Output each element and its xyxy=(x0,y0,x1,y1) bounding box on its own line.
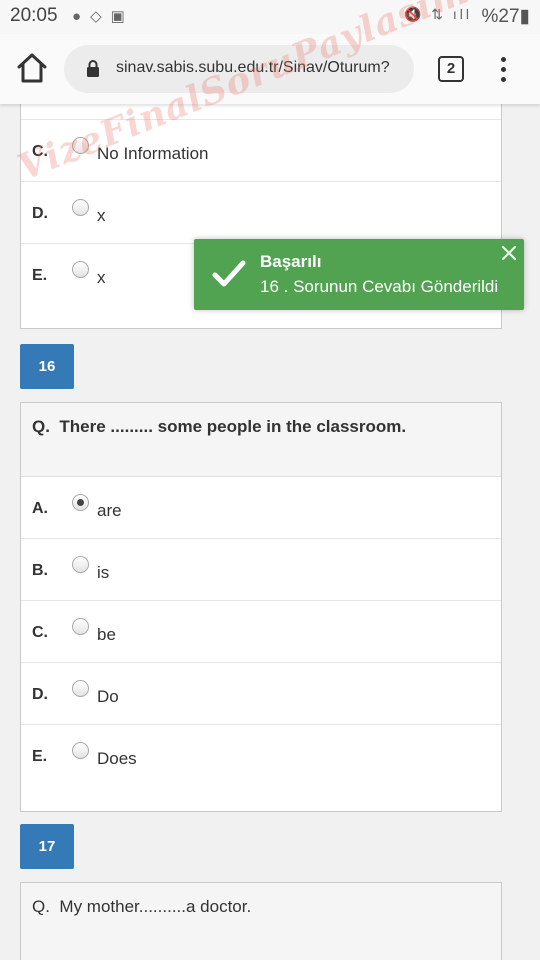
option-row[interactable]: B. is xyxy=(21,538,501,600)
toast-message: 16 . Sorunun Cevabı Gönderildi xyxy=(260,277,499,296)
tab-switcher-button[interactable]: 2 xyxy=(438,56,464,82)
toast-title: Başarılı xyxy=(260,252,322,271)
exam-page: C. No Information D. x E. x 16 Q. There … xyxy=(0,104,540,960)
checkmark-icon xyxy=(212,260,246,287)
url-text: sinav.sabis.subu.edu.tr/Sinav/Oturum? xyxy=(116,59,390,76)
option-radio[interactable] xyxy=(72,137,89,154)
overflow-menu-icon[interactable] xyxy=(494,54,512,86)
lock-icon xyxy=(87,60,99,77)
question-header: Q. My mother..........a doctor. xyxy=(21,883,501,960)
whatsapp-icon: ● xyxy=(72,8,91,25)
question-header: Q. There ......... some people in the cl… xyxy=(21,403,501,477)
option-radio[interactable] xyxy=(72,618,89,635)
home-icon[interactable] xyxy=(14,50,50,86)
option-row[interactable]: E. Does xyxy=(21,724,501,786)
question-text: Q. My mother..........a doctor. xyxy=(32,897,252,916)
option-radio-selected[interactable] xyxy=(72,494,89,511)
signal-icon: 🔇 ⇅ ıll xyxy=(403,6,472,22)
battery-icon: ▮ xyxy=(519,6,530,27)
tag-icon: ◇ xyxy=(90,8,111,25)
option-row[interactable]: D. Do xyxy=(21,662,501,724)
address-bar[interactable]: sinav.sabis.subu.edu.tr/Sinav/Oturum? xyxy=(64,45,414,93)
browser-toolbar: sinav.sabis.subu.edu.tr/Sinav/Oturum? 2 xyxy=(0,34,540,104)
image-icon: ▣ xyxy=(110,8,134,25)
option-row[interactable]: D. x xyxy=(21,181,501,243)
question-number-badge: 16 xyxy=(20,344,74,389)
option-radio[interactable] xyxy=(72,680,89,697)
battery-indicator: %27▮ xyxy=(481,6,531,27)
option-radio[interactable] xyxy=(72,261,89,278)
success-toast[interactable]: Başarılı 16 . Sorunun Cevabı Gönderildi xyxy=(194,239,524,310)
option-radio[interactable] xyxy=(72,556,89,573)
option-radio[interactable] xyxy=(72,199,89,216)
status-bar: 20:05 ●◇▣ 🔇 ⇅ ıll %27▮ xyxy=(0,0,540,34)
close-icon[interactable] xyxy=(500,244,518,262)
option-row[interactable]: C. be xyxy=(21,600,501,662)
question-number-badge: 17 xyxy=(20,824,74,869)
option-row[interactable]: C. No Information xyxy=(21,119,501,181)
notification-icons: ●◇▣ xyxy=(72,7,134,25)
status-time: 20:05 xyxy=(10,5,58,26)
option-radio[interactable] xyxy=(72,742,89,759)
question-panel-16: Q. There ......... some people in the cl… xyxy=(20,402,502,812)
question-text: Q. There ......... some people in the cl… xyxy=(32,417,407,436)
option-row[interactable]: A. are xyxy=(21,477,501,538)
question-panel-17: Q. My mother..........a doctor. xyxy=(20,882,502,960)
